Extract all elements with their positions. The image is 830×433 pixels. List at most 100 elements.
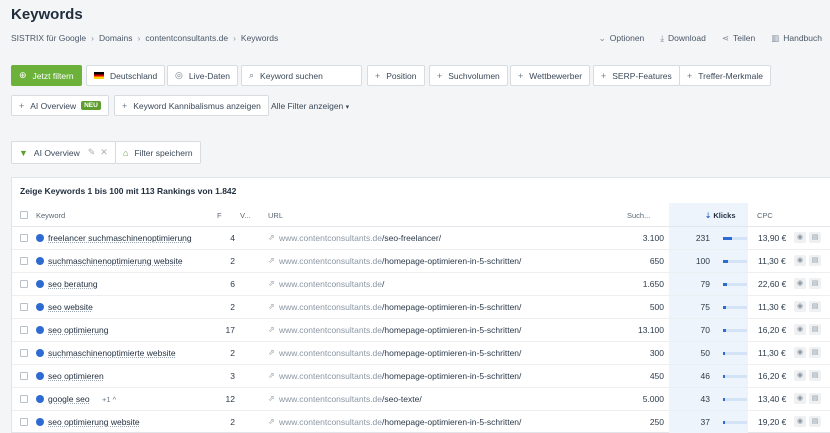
chart-icon[interactable]: ▤ [809, 416, 821, 427]
external-link-icon[interactable]: ⇗ [268, 394, 275, 403]
competitor-filter-button[interactable]: + Wettbewerber [510, 65, 591, 86]
chart-icon[interactable]: ▤ [809, 393, 821, 404]
url-link[interactable]: www.contentconsultants.de/homepage-optim… [279, 302, 521, 312]
chart-icon[interactable]: ▤ [809, 232, 821, 243]
external-link-icon[interactable]: ⇗ [268, 325, 275, 334]
eye-icon[interactable]: ◉ [794, 347, 806, 358]
chart-icon[interactable]: ▤ [809, 255, 821, 266]
eye-icon[interactable]: ◉ [794, 324, 806, 335]
keyword-link[interactable]: seo optimieren [48, 371, 104, 381]
row-checkbox[interactable] [20, 349, 28, 357]
table-row[interactable]: seo optimierung 17 ⇗ www.contentconsultants… [12, 319, 830, 342]
external-link-icon[interactable]: ⇗ [268, 279, 275, 288]
breadcrumb-item[interactable]: contentconsultants.de [145, 33, 228, 43]
eye-icon[interactable]: ◉ [794, 232, 806, 243]
table-row[interactable]: seo optimierung website 2 ⇗ www.contentcons… [12, 411, 830, 433]
google-icon [36, 234, 44, 242]
header-klicks[interactable]: ⇣ Klicks [705, 211, 736, 220]
select-all-checkbox[interactable] [20, 211, 28, 219]
row-checkbox[interactable] [20, 326, 28, 334]
options-button[interactable]: ⌄ Optionen [599, 33, 645, 44]
header-url[interactable]: URL [268, 211, 283, 220]
country-select[interactable]: Deutschland [86, 65, 166, 86]
share-button[interactable]: ⋖ Teilen [722, 33, 755, 44]
hit-features-filter-button[interactable]: + Treffer-Merkmale [679, 65, 771, 86]
row-checkbox[interactable] [20, 372, 28, 380]
pencil-icon[interactable]: ✎ [88, 147, 96, 158]
header-f[interactable]: F [217, 211, 222, 220]
chart-icon[interactable]: ▤ [809, 347, 821, 358]
ai-overview-filter-button[interactable]: + AI Overview NEU [11, 95, 109, 116]
header-search-volume[interactable]: Such... [627, 211, 650, 220]
eye-icon[interactable]: ◉ [794, 278, 806, 289]
table-row[interactable]: freelancer suchmaschinenoptimierung 4 ⇗ www… [12, 227, 830, 250]
cannibalism-filter-button[interactable]: + Keyword Kannibalismus anzeigen [114, 95, 269, 116]
search-volume-value: 250 [649, 417, 664, 427]
save-filter-button[interactable]: ⌂ Filter speichern [115, 141, 201, 164]
table-row[interactable]: suchmaschinenoptimierte website 2 ⇗ www.con… [12, 342, 830, 365]
keyword-link[interactable]: freelancer suchmaschinenoptimierung [48, 233, 192, 243]
keyword-link[interactable]: seo optimierung [48, 325, 108, 335]
url-link[interactable]: www.contentconsultants.de/homepage-optim… [279, 417, 521, 427]
url-link[interactable]: www.contentconsultants.de/seo-freelancer… [279, 233, 441, 243]
close-icon[interactable]: ✕ [100, 147, 108, 158]
keyword-link[interactable]: seo beratung [48, 279, 98, 289]
url-link[interactable]: www.contentconsultants.de/homepage-optim… [279, 256, 521, 266]
table-row[interactable]: google seo +1 ^ 12 ⇗ www.contentconsultants.… [12, 388, 830, 411]
download-button[interactable]: ⤓ Download [660, 33, 706, 44]
eye-icon[interactable]: ◉ [794, 301, 806, 312]
table-row[interactable]: seo optimieren 3 ⇗ www.contentconsultants.d… [12, 365, 830, 388]
position-filter-button[interactable]: + Position [367, 65, 425, 86]
chart-icon[interactable]: ▤ [809, 301, 821, 312]
header-keyword[interactable]: Keyword [36, 211, 65, 220]
external-link-icon[interactable]: ⇗ [268, 302, 275, 311]
position-value: 4 [230, 233, 235, 243]
chart-icon[interactable]: ▤ [809, 324, 821, 335]
serp-features-filter-button[interactable]: + SERP-Features [593, 65, 680, 86]
url-link[interactable]: www.contentconsultants.de/homepage-optim… [279, 371, 521, 381]
url-link[interactable]: www.contentconsultants.de/homepage-optim… [279, 348, 521, 358]
url-link[interactable]: www.contentconsultants.de/seo-texte/ [279, 394, 422, 404]
eye-icon[interactable]: ◉ [794, 370, 806, 381]
table-row[interactable]: seo beratung 6 ⇗ www.contentconsultants.de/… [12, 273, 830, 296]
volume-filter-button[interactable]: + Suchvolumen [429, 65, 508, 86]
row-checkbox[interactable] [20, 395, 28, 403]
active-ai-overview-filter[interactable]: ▼ AI Overview ✎ ✕ [11, 141, 116, 164]
handbook-button[interactable]: ▥ Handbuch [771, 33, 822, 44]
external-link-icon[interactable]: ⇗ [268, 256, 275, 265]
external-link-icon[interactable]: ⇗ [268, 417, 275, 426]
eye-icon[interactable]: ◉ [794, 255, 806, 266]
chart-icon[interactable]: ▤ [809, 278, 821, 289]
breadcrumb-item[interactable]: Domains [99, 33, 133, 43]
external-link-icon[interactable]: ⇗ [268, 233, 275, 242]
klicks-value: 79 [700, 279, 710, 289]
chart-icon[interactable]: ▤ [809, 370, 821, 381]
eye-icon[interactable]: ◉ [794, 393, 806, 404]
keyword-link[interactable]: google seo [48, 394, 90, 404]
table-row[interactable]: suchmaschinenoptimierung website 2 ⇗ www.co… [12, 250, 830, 273]
row-checkbox[interactable] [20, 257, 28, 265]
all-filters-link[interactable]: Alle Filter anzeigen ▾ [271, 101, 349, 111]
keyword-link[interactable]: seo website [48, 302, 93, 312]
keyword-link[interactable]: suchmaschinenoptimierte website [48, 348, 176, 358]
url-link[interactable]: www.contentconsultants.de/ [279, 279, 384, 289]
row-checkbox[interactable] [20, 418, 28, 426]
live-data-button[interactable]: ◎ Live-Daten [167, 65, 238, 86]
eye-icon[interactable]: ◉ [794, 416, 806, 427]
table-row[interactable]: seo website 2 ⇗ www.contentconsultants.de/h… [12, 296, 830, 319]
keyword-link[interactable]: seo optimierung website [48, 417, 140, 427]
sort-desc-icon: ⇣ [705, 211, 712, 220]
url-link[interactable]: www.contentconsultants.de/homepage-optim… [279, 325, 521, 335]
header-cpc[interactable]: CPC [757, 211, 773, 220]
external-link-icon[interactable]: ⇗ [268, 348, 275, 357]
extra-rankings[interactable]: +1 ^ [102, 395, 116, 404]
breadcrumb-item[interactable]: SISTRIX für Google [11, 33, 86, 43]
apply-filter-button[interactable]: ⊕ Jetzt filtern [11, 65, 82, 86]
row-checkbox[interactable] [20, 234, 28, 242]
row-checkbox[interactable] [20, 280, 28, 288]
keyword-link[interactable]: suchmaschinenoptimierung website [48, 256, 183, 266]
keyword-search-input[interactable]: ⌕ Keyword suchen [241, 65, 362, 86]
header-v[interactable]: V... [240, 211, 251, 220]
row-checkbox[interactable] [20, 303, 28, 311]
external-link-icon[interactable]: ⇗ [268, 371, 275, 380]
